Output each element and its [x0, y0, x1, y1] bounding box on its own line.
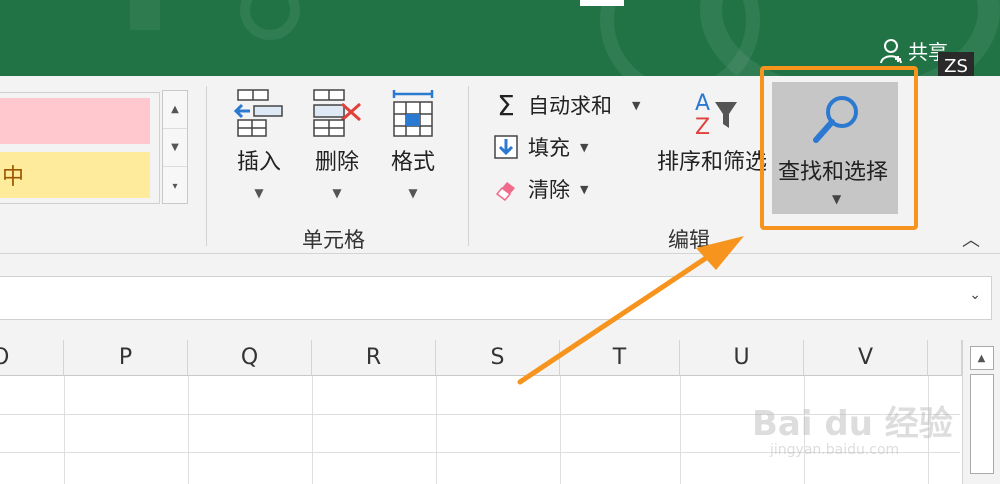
format-button[interactable]: 格式 ▼ — [386, 88, 440, 200]
column-header-v[interactable]: V — [804, 340, 928, 376]
chevron-down-icon: ▼ — [332, 186, 342, 200]
format-label: 格式 — [390, 150, 435, 175]
delete-label: 删除 — [314, 150, 359, 175]
chevron-down-icon: ▼ — [254, 186, 264, 200]
format-cells-icon — [392, 90, 434, 137]
collapse-ribbon-icon[interactable]: ︿ — [962, 226, 980, 252]
column-header-p[interactable]: P — [64, 340, 188, 376]
delete-cells-icon — [313, 89, 361, 137]
grid-line — [188, 376, 189, 484]
autosum-label: 自动求和 — [528, 94, 612, 118]
baidu-watermark-url: jingyan.baidu.com — [770, 442, 900, 458]
insert-label: 插入 — [236, 150, 281, 175]
fill-button[interactable]: 填充 ▼ — [492, 132, 588, 162]
column-header-q[interactable]: Q — [188, 340, 312, 376]
expand-formula-icon[interactable]: ⌄ — [969, 287, 981, 303]
scroll-down-icon[interactable]: ▼ — [163, 129, 187, 167]
style-neutral[interactable]: 中 — [0, 152, 150, 198]
person-icon — [880, 38, 902, 63]
group-separator — [468, 86, 469, 246]
sort-filter-label: 排序和筛选 — [656, 150, 767, 175]
sort-filter-button[interactable]: A Z 排序和筛选 — [652, 88, 772, 176]
scroll-up-icon[interactable]: ▲ — [163, 91, 187, 129]
vertical-scrollbar[interactable]: ▲ — [962, 340, 1000, 484]
chevron-down-icon: ▼ — [632, 98, 641, 112]
grid-line — [680, 376, 681, 484]
column-header-o[interactable]: O — [0, 340, 64, 376]
column-label: O — [0, 345, 10, 370]
grid-line — [436, 376, 437, 484]
style-bad[interactable] — [0, 98, 150, 144]
group-separator — [206, 86, 207, 246]
sort-filter-icon: A Z — [695, 91, 737, 138]
decor-shape — [130, 0, 160, 30]
sigma-icon: Σ — [497, 88, 515, 122]
clear-label: 清除 — [528, 178, 570, 202]
grid-line — [560, 376, 561, 484]
insert-cells-icon — [233, 89, 283, 137]
svg-text:Z: Z — [695, 115, 710, 138]
column-header-w[interactable] — [928, 340, 962, 376]
svg-text:A: A — [695, 91, 710, 116]
highlight-box — [760, 66, 918, 230]
column-header-s[interactable]: S — [436, 340, 560, 376]
autosum-button[interactable]: Σ 自动求和 ▼ — [492, 88, 641, 122]
formula-bar[interactable]: ⌄ — [0, 276, 992, 320]
clear-button[interactable]: 清除 ▼ — [492, 174, 588, 204]
title-bar: 共享 — [0, 0, 1000, 76]
insert-button[interactable]: 插入 ▼ — [232, 88, 286, 200]
scroll-up-icon[interactable]: ▲ — [969, 346, 994, 370]
window-control — [580, 0, 624, 6]
editing-group-label: 编辑 — [668, 228, 710, 252]
column-header-u[interactable]: U — [680, 340, 804, 376]
delete-button[interactable]: 删除 ▼ — [310, 88, 364, 200]
chevron-down-icon: ▼ — [408, 186, 418, 200]
grid-line — [312, 376, 313, 484]
eraser-icon — [492, 175, 520, 203]
decor-circle — [240, 0, 300, 40]
gallery-more-icon[interactable]: ▾ — [163, 167, 187, 205]
baidu-watermark-logo: Bai du 经验 — [752, 404, 953, 444]
gallery-scroll[interactable]: ▲ ▼ ▾ — [162, 90, 188, 204]
column-header-r[interactable]: R — [312, 340, 436, 376]
chevron-down-icon: ▼ — [580, 182, 589, 196]
fill-label: 填充 — [528, 136, 570, 160]
column-header-t[interactable]: T — [560, 340, 680, 376]
chevron-down-icon: ▼ — [580, 140, 589, 154]
grid-line — [64, 376, 65, 484]
fill-down-icon — [492, 133, 520, 161]
cells-group-label: 单元格 — [302, 228, 365, 252]
scroll-thumb[interactable] — [969, 374, 994, 474]
